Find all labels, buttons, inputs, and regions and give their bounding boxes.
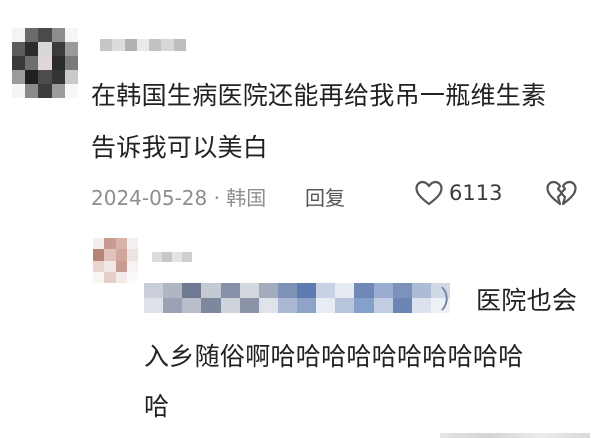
reply-button[interactable]: 回复 — [305, 182, 345, 211]
like-button[interactable]: 6113 — [413, 177, 513, 209]
broken-heart-icon[interactable] — [545, 177, 577, 209]
heart-outline-icon — [413, 177, 445, 209]
like-count: 6113 — [449, 181, 503, 205]
reply-username[interactable] — [152, 252, 192, 262]
avatar[interactable] — [12, 28, 78, 98]
comment-text-line-1: 在韩国生病医院还能再给我吊一瓶维生素 — [91, 81, 547, 110]
mention-link[interactable] — [144, 283, 450, 313]
reply-card: ） 医院也会 入乡随俗啊哈哈哈哈哈哈哈哈哈哈 哈 — [0, 225, 596, 438]
mention-close-paren: ） — [440, 285, 466, 314]
comment-card: 在韩国生病医院还能再给我吊一瓶维生素 告诉我可以美白 2024-05-28 · … — [0, 0, 596, 225]
username[interactable] — [100, 39, 186, 51]
reply-text-line-1: 医院也会 — [476, 286, 578, 315]
comment-date-location: 2024-05-28 · 韩国 — [91, 186, 267, 210]
next-row-fragment — [440, 433, 590, 438]
reply-text-line-2: 入乡随俗啊哈哈哈哈哈哈哈哈哈哈 — [144, 342, 524, 371]
comment-text-line-2: 告诉我可以美白 — [91, 133, 269, 162]
reply-text-line-3: 哈 — [144, 392, 170, 421]
reply-avatar[interactable] — [93, 238, 138, 283]
